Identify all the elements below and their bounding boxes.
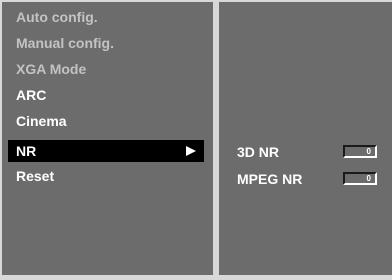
menu-item-label: Manual config. xyxy=(16,35,114,51)
submenu-label: 3D NR xyxy=(237,144,280,160)
menu-item-reset[interactable]: Reset xyxy=(8,165,204,187)
submenu-row-mpeg-nr[interactable]: MPEG NR 0 xyxy=(237,168,387,190)
menu-item-label: Cinema xyxy=(16,113,67,129)
menu-item-label: Reset xyxy=(16,168,55,184)
menu-item-label: ARC xyxy=(16,87,47,103)
submenu-row-3d-nr[interactable]: 3D NR 0 xyxy=(237,141,387,163)
submenu-panel xyxy=(219,2,392,275)
menu-item-cinema[interactable]: Cinema xyxy=(8,110,204,132)
menu-item-auto-config[interactable]: Auto config. xyxy=(8,6,204,28)
osd-menu-screen: Auto config. Manual config. XGA Mode ARC… xyxy=(0,0,392,280)
submenu-label: MPEG NR xyxy=(237,171,303,187)
menu-item-manual-config[interactable]: Manual config. xyxy=(8,32,204,54)
menu-item-label: XGA Mode xyxy=(16,61,87,77)
menu-item-arc[interactable]: ARC xyxy=(8,84,204,106)
3d-nr-value-field[interactable]: 0 xyxy=(343,145,377,158)
mpeg-nr-value-field[interactable]: 0 xyxy=(343,172,377,185)
menu-item-xga-mode[interactable]: XGA Mode xyxy=(8,58,204,80)
menu-item-nr[interactable]: NR xyxy=(8,140,204,162)
menu-item-label: Auto config. xyxy=(16,9,98,25)
menu-item-label: NR xyxy=(16,143,37,159)
triangle-right-icon xyxy=(186,146,196,156)
